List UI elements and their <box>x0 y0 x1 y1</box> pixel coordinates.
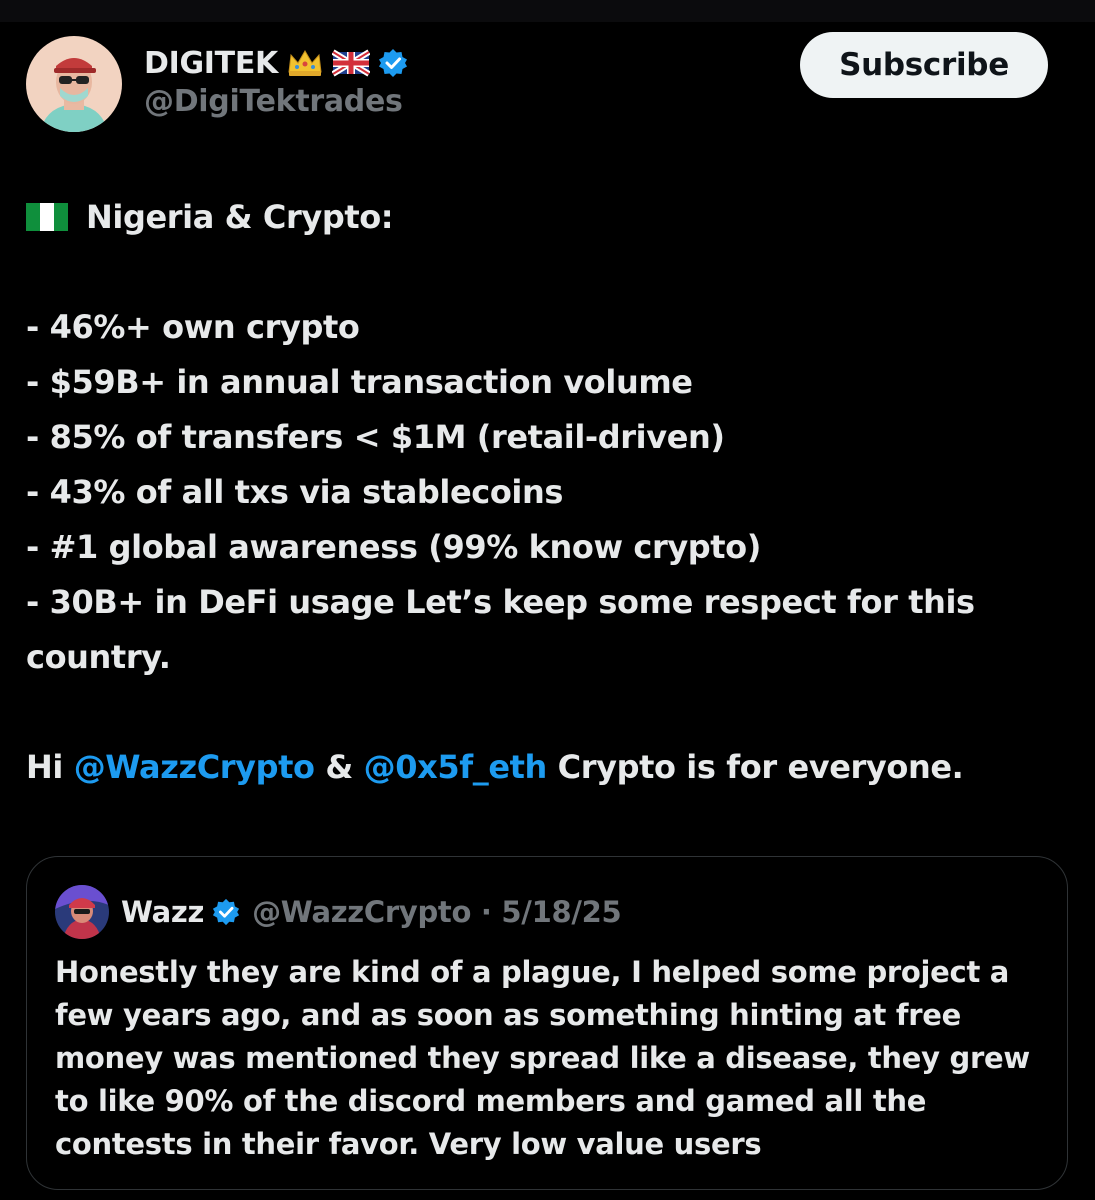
top-bar <box>0 0 1095 22</box>
tweet-closing-line: Hi @WazzCrypto & @0x5f_eth Crypto is for… <box>26 740 1076 795</box>
quote-verified-badge-icon <box>212 898 240 926</box>
tweet-title: Nigeria & Crypto: <box>86 198 394 236</box>
quote-handle-date[interactable]: @WazzCrypto · 5/18/25 <box>252 895 622 929</box>
closing-middle: & <box>314 748 364 786</box>
subscribe-button[interactable]: Subscribe <box>800 32 1048 98</box>
uk-flag-emoji-icon <box>331 48 371 78</box>
tweet-line: country. <box>26 638 171 676</box>
quote-header: Wazz @WazzCrypto · 5/18/25 <box>121 889 622 935</box>
quote-author-name[interactable]: Wazz <box>121 895 204 929</box>
tweet-title-line: Nigeria & Crypto: <box>26 190 1076 245</box>
tweet-line: - 85% of transfers < $1M (retail-driven) <box>26 418 725 456</box>
author-handle[interactable]: @DigiTektrades <box>144 84 403 119</box>
quote-text: Honestly they are kind of a plague, I he… <box>55 951 1055 1166</box>
tweet-line: - 30B+ in DeFi usage Let’s keep some res… <box>26 583 975 621</box>
quote-line: to like 90% of the discord members and g… <box>55 1084 927 1118</box>
tweet-line: - 46%+ own crypto <box>26 308 360 346</box>
quote-line: contests in their favor. Very low value … <box>55 1127 762 1161</box>
display-name[interactable]: DIGITEK <box>144 46 278 81</box>
tweet-line: - 43% of all txs via stablecoins <box>26 473 564 511</box>
quote-line: few years ago, and as soon as something … <box>55 998 961 1032</box>
tweet-text: Nigeria & Crypto: - 46%+ own crypto - $5… <box>26 190 1076 795</box>
quote-author-avatar[interactable] <box>55 885 109 939</box>
closing-suffix: Crypto is for everyone. <box>546 748 964 786</box>
tweet-line: - #1 global awareness (99% know crypto) <box>26 528 761 566</box>
verified-badge-icon <box>378 48 408 78</box>
quote-line: money was mentioned they spread like a d… <box>55 1041 1030 1075</box>
crown-emoji-icon <box>286 48 324 78</box>
closing-prefix: Hi <box>26 748 74 786</box>
quote-line: Honestly they are kind of a plague, I he… <box>55 955 1010 989</box>
tweet-line: - $59B+ in annual transaction volume <box>26 363 693 401</box>
nigeria-flag-icon <box>26 193 68 231</box>
quoted-tweet-card[interactable]: Wazz @WazzCrypto · 5/18/25 Honestly they… <box>26 856 1068 1190</box>
mention-link-0x5f-eth[interactable]: @0x5f_eth <box>364 748 548 786</box>
mention-link-wazzcrypto[interactable]: @WazzCrypto <box>74 748 315 786</box>
author-avatar[interactable] <box>26 36 122 132</box>
author-name-row: DIGITEK <box>144 40 408 86</box>
